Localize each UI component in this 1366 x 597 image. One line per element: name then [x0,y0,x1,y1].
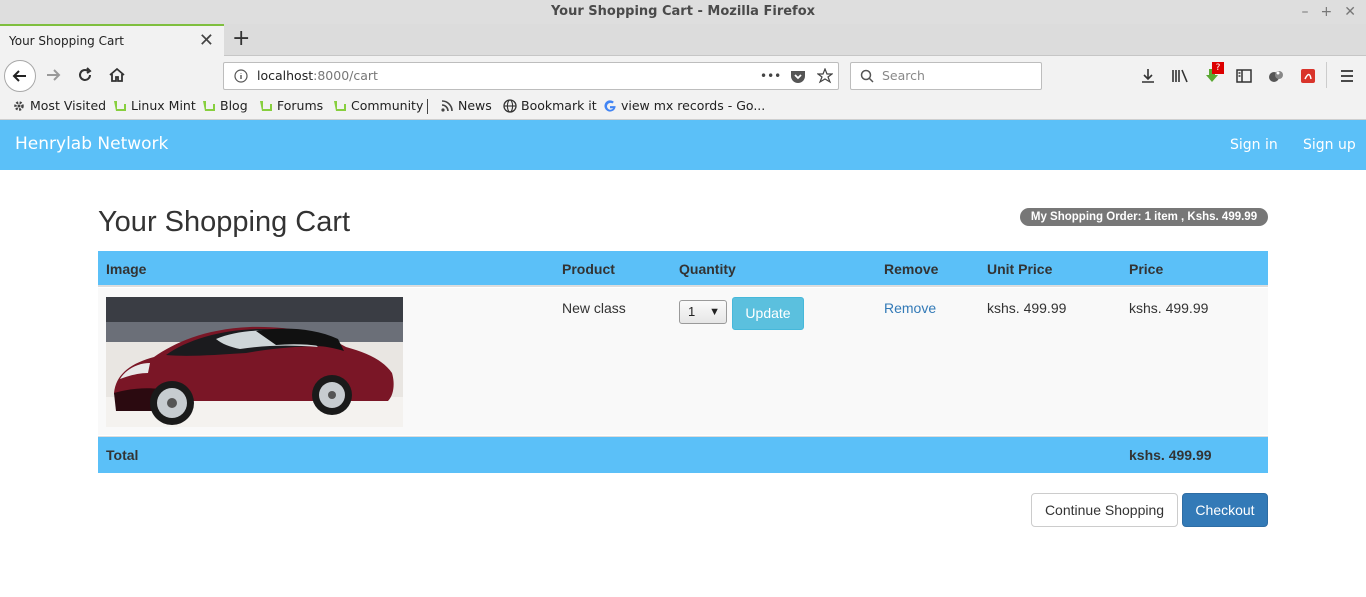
bookmark-mx-records[interactable]: view mx records - Go... [603,98,765,113]
bookmark-label: Community [351,98,424,113]
header-unit-price: Unit Price [987,261,1053,277]
info-icon [234,69,248,83]
url-bar[interactable]: localhost:8000/cart ••• [223,62,839,90]
mint-icon [260,100,272,111]
bookmark-star-icon[interactable] [817,68,833,84]
tab-bar: Your Shopping Cart ✕ + [0,24,1366,56]
hamburger-icon [1341,70,1353,82]
site-navbar: Henrylab Network Sign in Sign up [0,120,1366,170]
bookmark-label: News [458,98,492,113]
remove-link[interactable]: Remove [884,300,936,316]
header-remove: Remove [884,261,939,277]
bookmark-linux-mint[interactable]: Linux Mint [113,98,196,113]
bookmark-community[interactable]: Community [333,98,423,113]
tab-close-icon[interactable]: ✕ [199,26,214,56]
search-placeholder: Search [882,68,925,83]
bookmark-most-visited[interactable]: Most Visited [12,98,106,113]
mint-icon [203,100,215,111]
notification-badge: ? [1212,62,1224,74]
header-product: Product [562,261,615,277]
search-icon [860,69,874,83]
bookmark-bookmark-it[interactable]: Bookmark it [503,98,597,113]
pdf-extension-button[interactable] [1298,66,1318,86]
header-price: Price [1129,261,1164,277]
bookmark-label: Forums [277,98,324,113]
close-window-button[interactable]: ✕ [1344,0,1356,24]
mint-icon [334,100,346,111]
header-image: Image [106,261,147,277]
bookmark-blog[interactable]: Blog [202,98,248,113]
search-field[interactable]: Search [850,62,1042,90]
reload-button[interactable] [72,62,98,88]
gear-icon [14,100,24,111]
bookmarks-toolbar: Most Visited Linux Mint Blog Forums Comm… [0,94,1366,120]
sidebar-icon [1236,69,1252,83]
tab-shopping-cart[interactable]: Your Shopping Cart ✕ [0,24,224,56]
bookmark-forums[interactable]: Forums [259,98,323,113]
total-label: Total [106,447,139,463]
total-value: kshs. 499.99 [1129,447,1212,463]
extension-orb-icon [1269,71,1283,82]
library-icon [1172,69,1188,83]
tab-label: Your Shopping Cart [9,34,124,48]
downloads-button[interactable] [1138,66,1158,86]
home-icon [109,67,125,82]
table-footer: Total kshs. 499.99 [98,436,1268,473]
bookmark-news[interactable]: News [440,98,492,113]
line-price: kshs. 499.99 [1129,300,1209,316]
reload-icon [79,67,92,81]
sidebar-button[interactable] [1234,66,1254,86]
checkout-button[interactable]: Checkout [1182,493,1268,527]
extension-button[interactable] [1266,66,1286,86]
page-title: Your Shopping Cart [98,206,351,238]
page-actions-icon[interactable]: ••• [760,63,781,89]
bookmark-label: Blog [220,98,248,113]
rss-icon [441,99,453,112]
forward-button[interactable] [40,62,66,88]
sign-in-link[interactable]: Sign in [1230,137,1278,153]
header-quantity: Quantity [679,261,736,277]
arrow-right-icon [47,69,61,81]
menu-button[interactable] [1337,66,1357,86]
url-path: :8000/cart [313,68,378,83]
table-row: New class 1 ▼ Update Remove kshs. 499.99… [98,288,1268,435]
minimize-button[interactable]: – [1302,0,1309,24]
window-titlebar: Your Shopping Cart - Mozilla Firefox – +… [0,0,1366,24]
mint-icon [114,100,126,111]
bookmark-label: Linux Mint [131,98,196,113]
product-name: New class [562,300,626,316]
unit-price: kshs. 499.99 [987,300,1067,316]
window-controls: – + ✕ [1302,0,1356,24]
bookmark-label: Bookmark it [521,98,597,113]
new-tab-button[interactable]: + [232,24,250,56]
quantity-select[interactable]: 1 ▼ [679,300,727,324]
bookmark-label: Most Visited [30,98,107,113]
order-summary-badge: My Shopping Order: 1 item , Kshs. 499.99 [1020,208,1268,226]
continue-shopping-button[interactable]: Continue Shopping [1031,493,1178,527]
quantity-value: 1 [688,304,696,319]
toolbar-divider [1326,62,1327,88]
nav-toolbar: localhost:8000/cart ••• Search ? [0,56,1366,94]
google-icon [604,99,616,112]
download-icon [1142,69,1154,83]
download-helper-button[interactable]: ? [1202,62,1224,86]
globe-icon [503,98,517,113]
arrow-left-icon [12,70,26,82]
site-brand[interactable]: Henrylab Network [15,134,168,154]
bookmark-label: view mx records - Go... [621,98,766,113]
update-button[interactable]: Update [732,297,804,330]
window-title: Your Shopping Cart - Mozilla Firefox [550,4,816,19]
product-image [106,297,403,427]
sign-up-link[interactable]: Sign up [1303,137,1356,153]
maximize-button[interactable]: + [1321,0,1333,24]
back-button[interactable] [4,60,36,92]
table-header: Image Product Quantity Remove Unit Price… [98,251,1268,287]
bookmark-separator [427,99,428,114]
chevron-down-icon: ▼ [709,306,720,318]
library-button[interactable] [1170,66,1190,86]
pocket-icon[interactable] [790,69,806,84]
pdf-icon [1301,69,1315,83]
url-host: localhost [257,68,314,83]
home-button[interactable] [104,62,130,88]
